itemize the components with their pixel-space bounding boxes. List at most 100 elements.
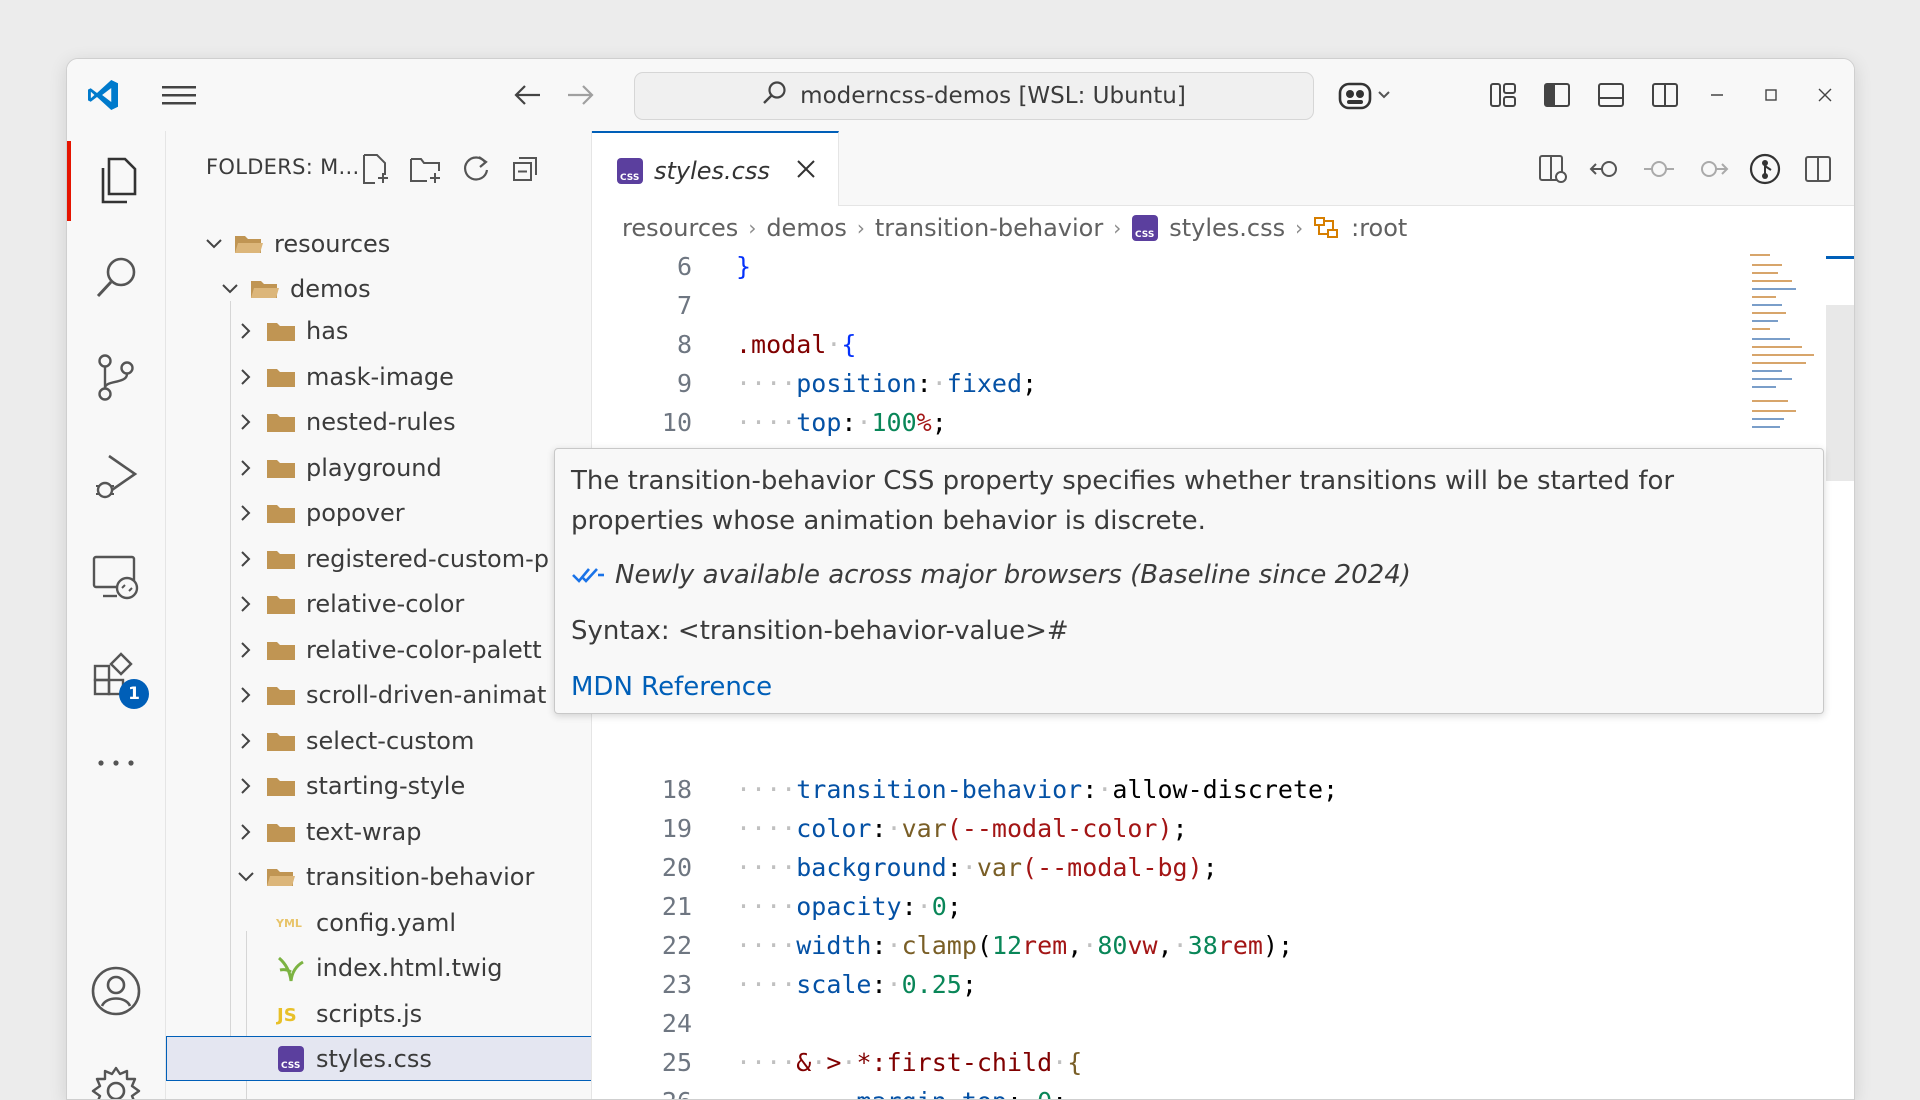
- close-window-icon[interactable]: [1801, 75, 1849, 115]
- folder-icon: [266, 364, 296, 390]
- tree-folder-starting-style[interactable]: starting-style: [166, 763, 591, 808]
- command-center-text: moderncss-demos [WSL: Ubuntu]: [800, 83, 1186, 109]
- tree-label: resources: [274, 229, 391, 258]
- toggle-panel-icon[interactable]: [1591, 75, 1631, 115]
- tree-label: relative-color: [306, 589, 465, 618]
- menu-icon[interactable]: [157, 77, 201, 113]
- toggle-secondary-sidebar-icon[interactable]: [1645, 75, 1685, 115]
- code-line: 21 ····opacity:·0;: [661, 892, 962, 921]
- breadcrumb-item[interactable]: resources: [622, 214, 738, 242]
- code-line: 20 ····background:·var(--modal-bg);: [661, 853, 1218, 882]
- folder-icon: [266, 773, 296, 799]
- arrow-right-icon[interactable]: [561, 77, 601, 113]
- mdn-reference-link[interactable]: MDN Reference: [571, 667, 772, 707]
- breadcrumb-item[interactable]: styles.css: [1169, 214, 1285, 242]
- tree-folder-select-custom[interactable]: select-custom: [166, 718, 591, 763]
- extensions-icon[interactable]: 1: [67, 635, 165, 715]
- tree-folder-popover[interactable]: popover: [166, 490, 591, 535]
- arrow-left-icon[interactable]: [507, 77, 547, 113]
- minimize-icon[interactable]: [1693, 75, 1741, 115]
- collapse-all-icon[interactable]: [506, 149, 546, 189]
- command-center-search[interactable]: moderncss-demos [WSL: Ubuntu]: [634, 72, 1314, 120]
- tree-folder-text-wrap[interactable]: text-wrap: [166, 809, 591, 854]
- toggle-primary-sidebar-icon[interactable]: [1537, 75, 1577, 115]
- svg-text:JS: JS: [276, 1005, 297, 1025]
- tree-file-styles-css[interactable]: CSS styles.css: [166, 1036, 591, 1081]
- folder-open-icon: [234, 231, 264, 257]
- tree-folder-mask-image[interactable]: mask-image: [166, 354, 591, 399]
- tree-folder-nested-rules[interactable]: nested-rules: [166, 399, 591, 444]
- tree-label: text-wrap: [306, 817, 422, 846]
- tree-folder-has[interactable]: has: [166, 308, 591, 353]
- chevron-right-icon: [232, 363, 260, 391]
- folder-icon: [266, 546, 296, 572]
- vscode-logo-icon: [81, 73, 125, 117]
- tree-folder-registered-custom-p[interactable]: registered-custom-p: [166, 536, 591, 581]
- activity-bar: 1: [67, 131, 166, 1099]
- tree-folder-relative-color[interactable]: relative-color: [166, 581, 591, 626]
- tree-folder-transition-behavior[interactable]: transition-behavior: [166, 854, 591, 899]
- chevron-right-icon: [232, 636, 260, 664]
- tree-label: index.html.twig: [316, 953, 503, 982]
- tree-file-config-yaml[interactable]: YML config.yaml: [166, 900, 591, 945]
- chevron-right-icon: ›: [1295, 216, 1304, 240]
- breadcrumb-item[interactable]: demos: [766, 214, 847, 242]
- code-line: 6}: [676, 252, 752, 281]
- tree-folder-demos[interactable]: demos: [166, 266, 591, 311]
- chevron-right-icon: [232, 772, 260, 800]
- split-editor-icon[interactable]: [1798, 149, 1838, 189]
- tree-folder-playground[interactable]: playground: [166, 445, 591, 490]
- tab-styles-css[interactable]: CSS styles.css: [592, 131, 839, 208]
- chevron-down-icon: [200, 230, 228, 258]
- search-icon[interactable]: [67, 239, 165, 319]
- svg-text:CSS: CSS: [1135, 230, 1154, 240]
- copilot-icon[interactable]: [1335, 75, 1399, 115]
- hover-tooltip: The transition-behavior CSS property spe…: [554, 448, 1824, 714]
- tree-file-scripts-js[interactable]: JS scripts.js: [166, 991, 591, 1036]
- editor-tabs: CSS styles.css: [592, 131, 1854, 208]
- remote-explorer-icon[interactable]: [67, 537, 165, 617]
- new-file-icon[interactable]: [356, 149, 396, 189]
- tree-folder-scroll-driven-animations[interactable]: scroll-driven-animat: [166, 672, 591, 717]
- folder-icon: [266, 637, 296, 663]
- source-control-icon[interactable]: [67, 337, 165, 417]
- overview-ruler-mark: [1826, 256, 1854, 259]
- customize-layout-icon[interactable]: [1483, 75, 1523, 115]
- more-icon[interactable]: [67, 723, 165, 803]
- chevron-right-icon: [232, 681, 260, 709]
- baseline-text: Newly available across major browsers (B…: [615, 560, 1411, 590]
- baseline-status: Newly available across major browsers (B…: [571, 555, 1411, 595]
- scrollbar-thumb[interactable]: [1826, 305, 1854, 481]
- manage-gear-icon[interactable]: [67, 1051, 165, 1099]
- tree-label: popover: [306, 498, 405, 527]
- accounts-icon[interactable]: [67, 951, 165, 1031]
- tree-label: demos: [290, 274, 371, 303]
- tree-label: registered-custom-p: [306, 544, 549, 573]
- timeline-icon[interactable]: [1745, 149, 1785, 189]
- tree-file-index-html-twig[interactable]: index.html.twig: [166, 945, 591, 990]
- breadcrumb-item[interactable]: transition-behavior: [875, 214, 1103, 242]
- folder-icon: [266, 819, 296, 845]
- minimap[interactable]: [1744, 250, 1826, 440]
- chevron-right-icon: [232, 590, 260, 618]
- previous-change-icon[interactable]: [1586, 149, 1626, 189]
- js-file-icon: JS: [276, 1001, 306, 1027]
- code-line: 23 ····scale:·0.25;: [661, 970, 977, 999]
- tree-folder-resources[interactable]: resources: [166, 221, 591, 266]
- more-actions-icon[interactable]: [1850, 149, 1854, 189]
- chevron-right-icon: [232, 454, 260, 482]
- css-file-icon: CSS: [276, 1045, 306, 1072]
- open-changes-icon[interactable]: [1533, 149, 1573, 189]
- new-folder-icon[interactable]: [406, 149, 446, 189]
- next-change-icon[interactable]: [1692, 149, 1732, 189]
- hover-syntax: Syntax: <transition-behavior-value>#: [571, 616, 1069, 646]
- git-commit-icon[interactable]: [1639, 149, 1679, 189]
- maximize-icon[interactable]: [1747, 75, 1795, 115]
- tree-folder-relative-color-palette[interactable]: relative-color-palett: [166, 627, 591, 672]
- close-icon[interactable]: [788, 151, 824, 187]
- breadcrumb-item[interactable]: :root: [1351, 214, 1407, 242]
- refresh-icon[interactable]: [456, 149, 496, 189]
- run-debug-icon[interactable]: [67, 437, 165, 517]
- explorer-icon[interactable]: [67, 141, 165, 221]
- chevron-right-icon: [232, 317, 260, 345]
